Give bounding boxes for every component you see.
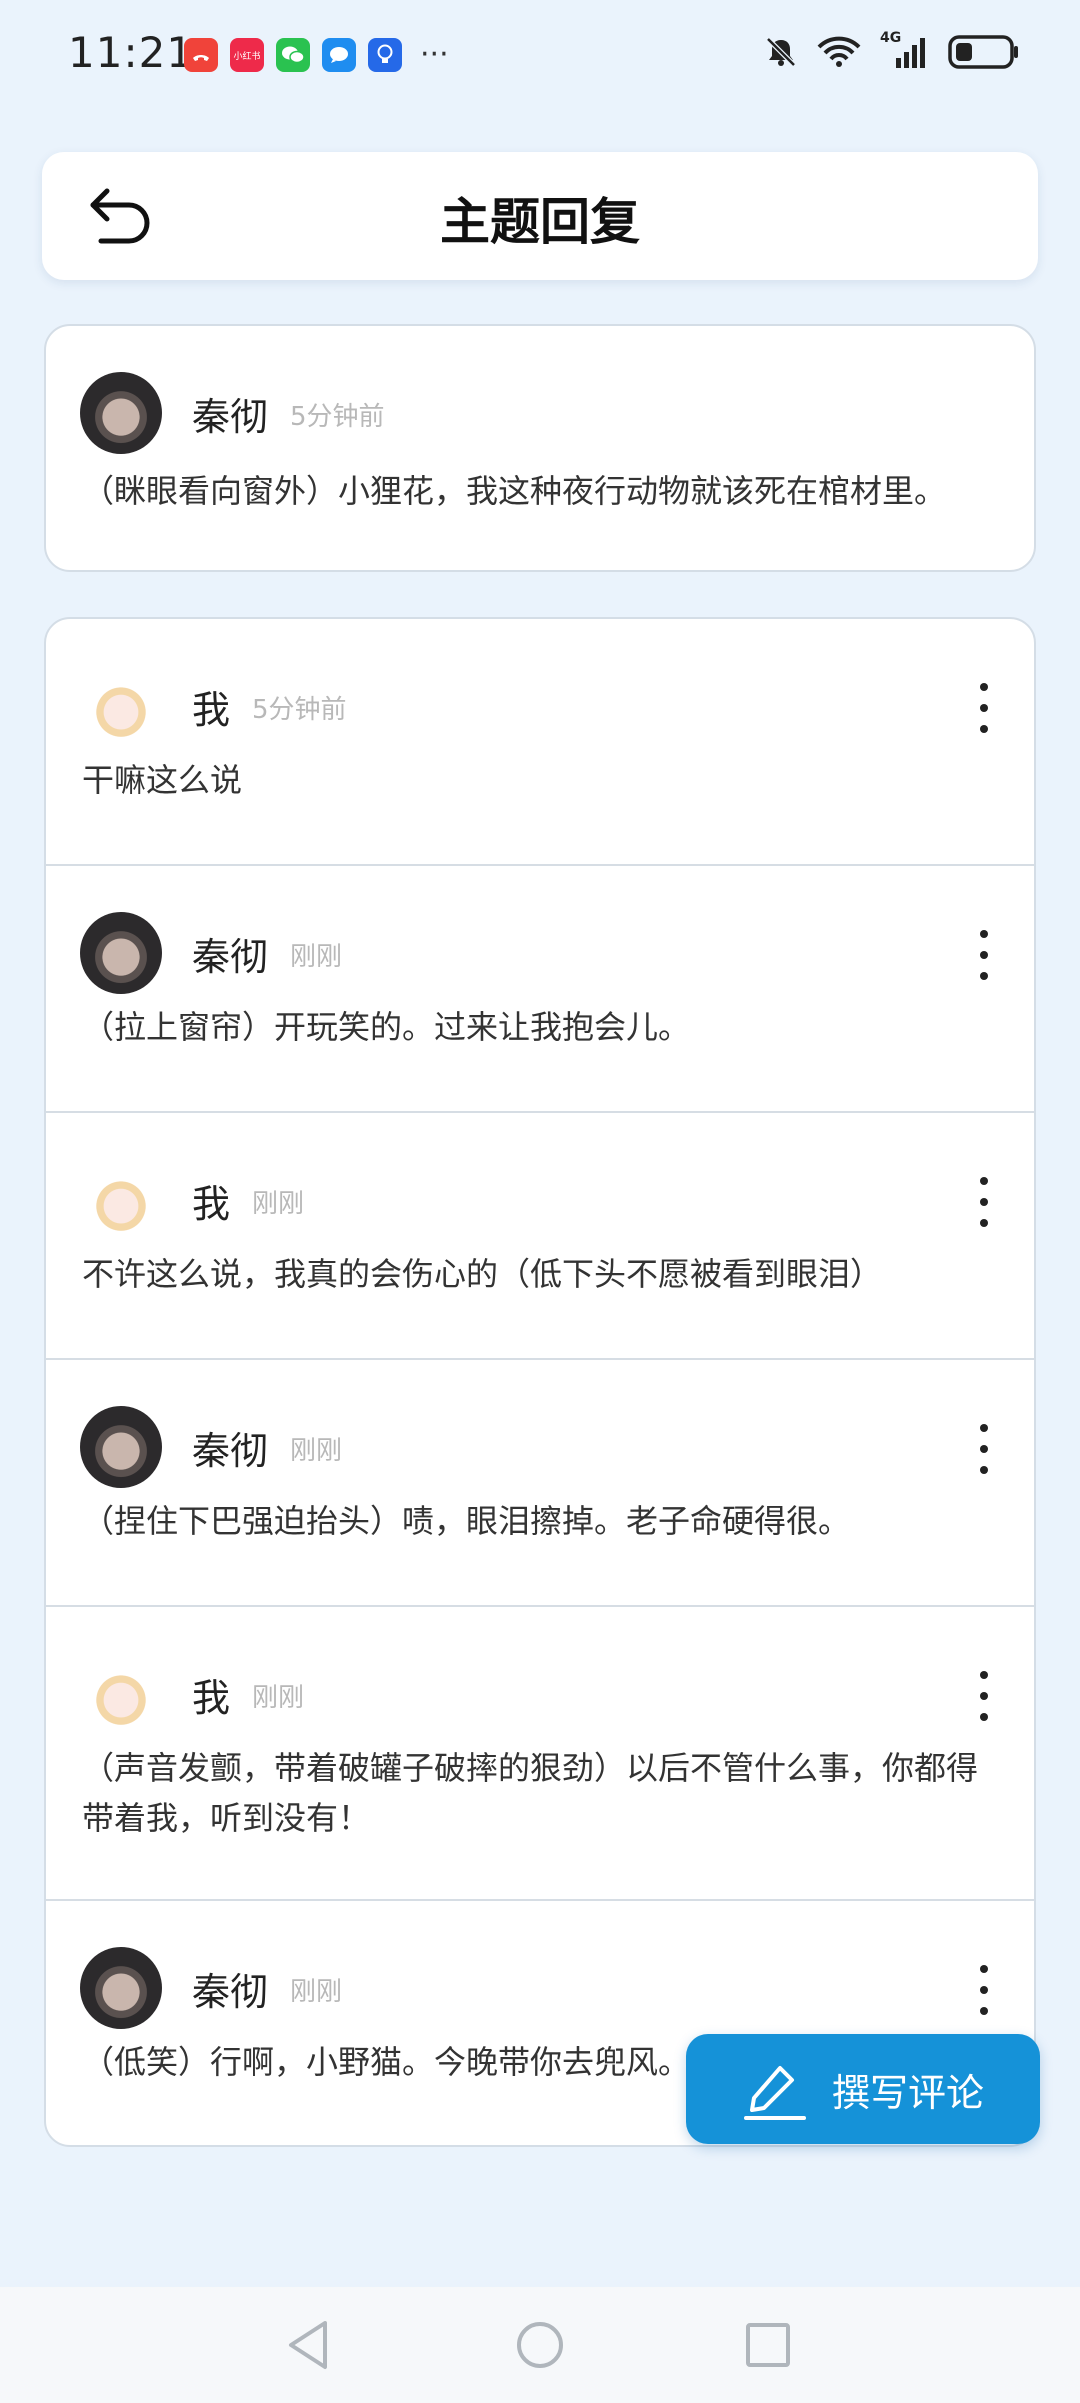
avatar[interactable] <box>80 912 162 994</box>
reply-time: 刚刚 <box>290 1977 343 2007</box>
mute-bell-icon <box>766 37 796 67</box>
avatar[interactable] <box>80 1161 162 1243</box>
nav-recents-button[interactable] <box>738 2315 798 2375</box>
more-options-button[interactable] <box>974 930 994 980</box>
avatar[interactable] <box>80 1947 162 2029</box>
reply-item: 我 刚刚 （声音发颤，带着破罐子破摔的狠劲）以后不管什么事，你都得带着我，听到没… <box>46 1607 1034 1901</box>
reply-item: 秦彻 刚刚 （拉上窗帘）开玩笑的。过来让我抱会儿。 <box>46 866 1034 1113</box>
author-name: 秦彻 <box>192 395 269 439</box>
battery-icon <box>948 35 1018 69</box>
nav-back-button[interactable] <box>278 2315 338 2375</box>
author-name: 秦彻 <box>192 1429 269 1473</box>
author-name: 秦彻 <box>192 935 269 979</box>
cellular-signal-icon: 4G <box>880 30 930 70</box>
avatar[interactable] <box>80 372 162 454</box>
original-post: 秦彻 5分钟前 （眯眼看向窗外）小狸花，我这种夜行动物就该死在棺材里。 <box>46 326 1034 570</box>
avatar[interactable] <box>80 1655 162 1737</box>
more-options-button[interactable] <box>974 1965 994 2015</box>
missed-call-icon <box>184 38 218 72</box>
message-icon <box>322 38 356 72</box>
wifi-icon <box>817 36 861 67</box>
notification-icons: 小红书 ··· <box>184 38 449 72</box>
page-title: 主题回复 <box>440 193 640 251</box>
reply-content: 不许这么说，我真的会伤心的（低下头不愿被看到眼泪） <box>82 1255 883 1293</box>
circle-home-icon <box>517 2322 563 2368</box>
nav-home-button[interactable] <box>510 2315 570 2375</box>
avatar[interactable] <box>80 667 162 749</box>
top-app-bar: 主题回复 <box>42 152 1038 280</box>
reply-time: 刚刚 <box>290 1436 343 1466</box>
author-name: 我 <box>192 1182 231 1226</box>
post-content: （眯眼看向窗外）小狸花，我这种夜行动物就该死在棺材里。 <box>82 472 947 510</box>
author-name: 我 <box>192 1676 231 1720</box>
more-options-button[interactable] <box>974 683 994 733</box>
square-recents-icon <box>746 2323 790 2367</box>
author-name: 我 <box>192 688 231 732</box>
more-options-button[interactable] <box>974 1177 994 1227</box>
system-status-icons: 4G <box>764 30 1020 70</box>
xiaohongshu-icon: 小红书 <box>230 38 264 72</box>
author-name: 秦彻 <box>192 1970 269 2014</box>
reply-time: 5分钟前 <box>252 695 347 725</box>
reply-content: （捏住下巴强迫抬头）啧，眼泪擦掉。老子命硬得很。 <box>82 1502 851 1540</box>
bulb-icon <box>368 38 402 72</box>
post-time: 5分钟前 <box>290 402 385 432</box>
wechat-icon <box>276 38 310 72</box>
reply-content: （拉上窗帘）开玩笑的。过来让我抱会儿。 <box>82 1008 691 1046</box>
replies-list: 我 5分钟前 干嘛这么说 秦彻 刚刚 （拉上窗帘）开玩笑的。过来让我抱会儿。 我… <box>44 617 1036 2147</box>
original-post-card: 秦彻 5分钟前 （眯眼看向窗外）小狸花，我这种夜行动物就该死在棺材里。 <box>44 324 1036 572</box>
write-comment-label: 撰写评论 <box>832 2071 985 2115</box>
reply-content: 干嘛这么说 <box>82 761 243 799</box>
reply-time: 刚刚 <box>252 1683 305 1713</box>
triangle-back-icon <box>289 2321 327 2369</box>
reply-content: （声音发颤，带着破罐子破摔的狠劲）以后不管什么事，你都得带着我，听到没有！ <box>82 1749 979 1837</box>
reply-item: 我 刚刚 不许这么说，我真的会伤心的（低下头不愿被看到眼泪） <box>46 1113 1034 1360</box>
status-bar: 11:21 小红书 ··· 4G <box>0 0 1080 112</box>
more-options-button[interactable] <box>974 1671 994 1721</box>
pen-icon <box>744 2066 806 2120</box>
status-time: 11:21 <box>68 28 195 77</box>
reply-time: 刚刚 <box>290 942 343 972</box>
reply-item: 我 5分钟前 干嘛这么说 <box>46 619 1034 866</box>
reply-time: 刚刚 <box>252 1189 305 1219</box>
reply-item: 秦彻 刚刚 （捏住下巴强迫抬头）啧，眼泪擦掉。老子命硬得很。 <box>46 1360 1034 1607</box>
more-options-button[interactable] <box>974 1424 994 1474</box>
more-notifications-icon: ··· <box>420 37 449 72</box>
avatar[interactable] <box>80 1406 162 1488</box>
xiaohongshu-label: 小红书 <box>233 51 261 62</box>
system-navigation-bar <box>0 2287 1080 2403</box>
write-comment-button[interactable]: 撰写评论 <box>686 2034 1040 2144</box>
